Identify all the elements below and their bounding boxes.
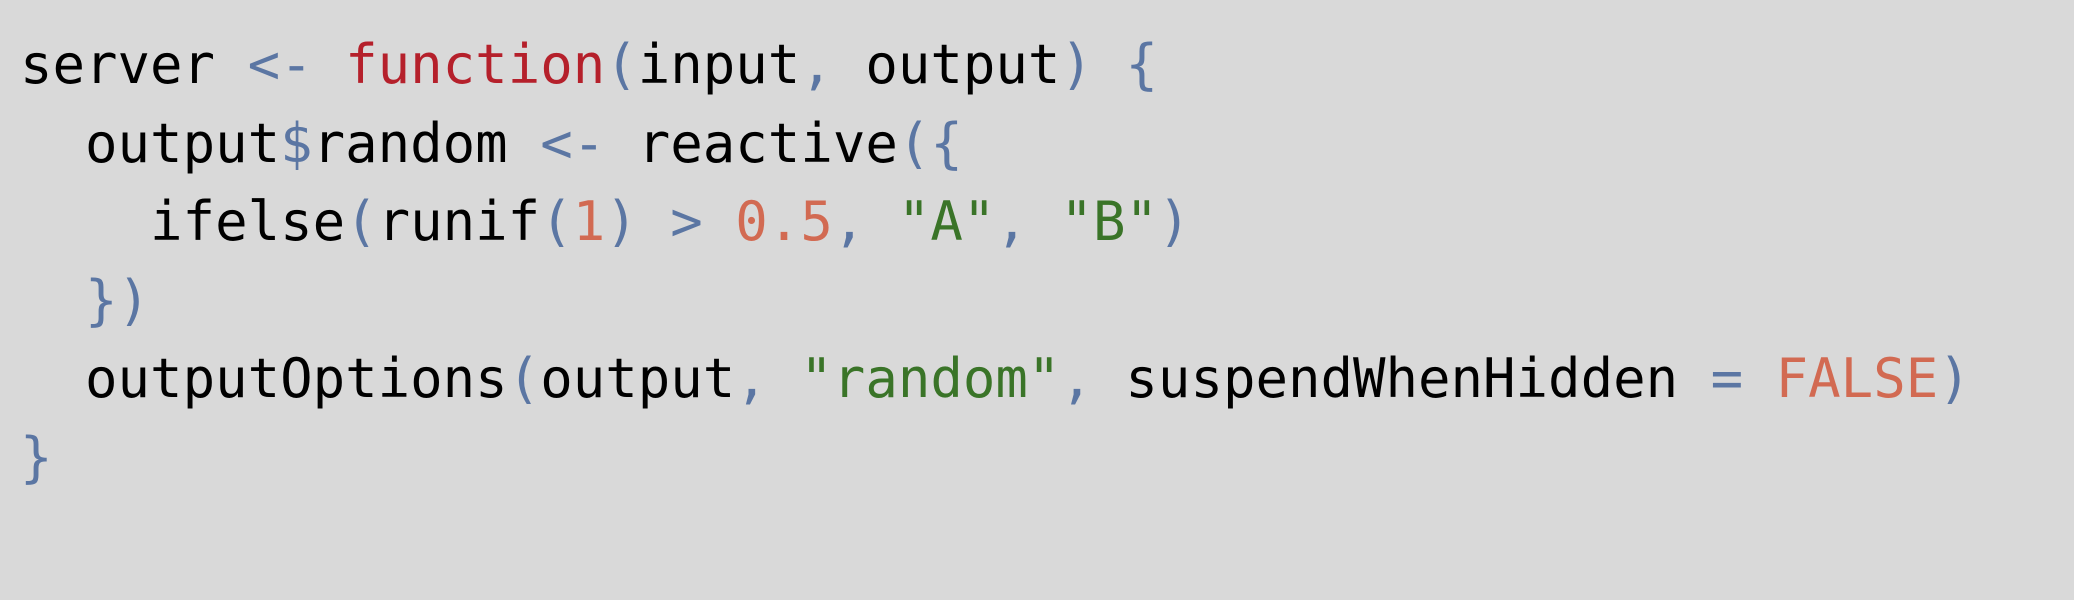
code-token-default [768,347,801,410]
code-line: }) [20,262,1971,341]
code-line: } [20,419,1971,498]
code-token-default: input [637,33,801,96]
code-token-operator: ( [345,190,378,253]
code-token-default [313,33,346,96]
code-block: server <- function(input, output) { outp… [20,26,1971,497]
code-token-operator: , [1060,347,1093,410]
code-token-operator: <- [247,33,313,96]
code-token-operator: , [832,190,866,253]
code-token-string: "A" [897,190,996,253]
code-token-default: outputOptions [85,347,508,410]
code-line: outputOptions(output, "random", suspendW… [20,340,1971,419]
code-token-default: output [540,347,736,410]
code-token-default [508,112,541,175]
code-token-number: 1 [572,190,606,253]
code-token-default [703,190,736,253]
code-token-operator: ( [605,33,638,96]
code-token-operator: ( [540,190,573,253]
code-line: ifelse(runif(1) > 0.5, "A", "B") [20,183,1971,262]
code-token-default [1743,347,1776,410]
code-token-default: random [312,111,508,175]
code-token-default: suspendWhenHidden [1092,347,1711,410]
code-token-default [865,190,898,253]
code-token-default [638,190,671,253]
code-token-string: "random" [800,347,1061,410]
code-token-default [1093,33,1126,96]
code-token-default: runif [377,190,541,253]
code-token-operator: , [995,190,1028,253]
code-token-default: server [20,33,216,96]
code-token-operator: ) [1060,33,1093,96]
code-token-default: output [832,33,1061,96]
code-token-string: "B" [1060,190,1158,253]
code-token-default [1028,190,1061,253]
code-token-operator: , [800,33,833,96]
code-token-operator: $ [280,111,313,175]
code-token-operator: ) [1938,347,1971,410]
code-token-default: ifelse [150,190,346,253]
code-line: output$random <- reactive({ [20,105,1971,184]
code-token-operator: ({ [897,111,963,175]
code-token-operator: <- [540,111,606,175]
code-token-operator: > [670,190,703,253]
code-token-operator: ( [507,347,541,410]
code-token-operator: }) [85,268,151,332]
code-token-operator: = [1710,347,1744,410]
code-token-operator: , [735,347,768,410]
code-token-number: 0.5 [735,190,833,253]
code-token-default: reactive [605,111,898,175]
code-token-number: FALSE [1775,347,1939,410]
code-token-operator: ) [605,190,638,253]
code-token-default: output [85,111,281,175]
code-line: server <- function(input, output) { [20,26,1971,105]
code-token-operator: } [20,425,53,489]
code-token-keyword: function [345,33,606,96]
code-token-default [215,33,248,96]
code-token-operator: { [1125,33,1158,96]
code-token-operator: ) [1158,190,1191,253]
